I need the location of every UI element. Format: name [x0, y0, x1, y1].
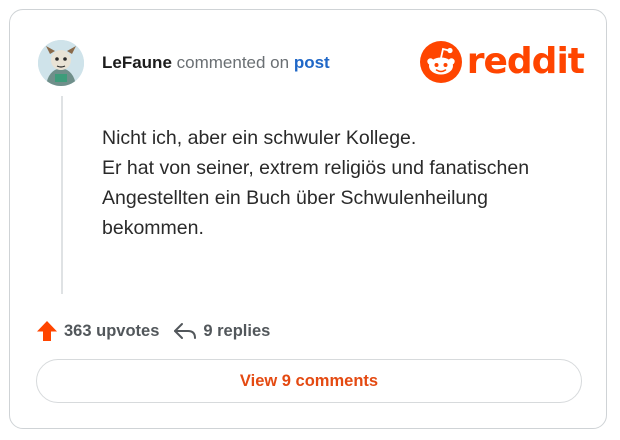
avatar-image	[38, 40, 84, 86]
comment-line: Angestellten ein Buch über Schwulenheilu…	[102, 187, 488, 209]
comment-line: bekommen.	[102, 217, 204, 239]
reddit-snoo-icon	[419, 41, 462, 83]
reddit-wordmark: reddit	[466, 41, 585, 82]
comment-action: commented on	[176, 53, 290, 72]
comment-line: Er hat von seiner, extrem religiös und f…	[102, 157, 530, 179]
comment-body: Nicht ich, aber ein schwuler Kollege. Er…	[102, 123, 582, 243]
reply-arrow-icon	[174, 323, 197, 339]
avatar[interactable]	[38, 40, 84, 86]
embedded-comment-card: LeFaune commented on post reddit Nicht i…	[9, 9, 607, 429]
thread-line	[61, 96, 63, 294]
reply-count: 9 replies	[203, 321, 271, 340]
upvote-arrow-icon	[37, 321, 57, 341]
comment-header: LeFaune commented on post	[102, 52, 330, 74]
replies-stat[interactable]: 9 replies	[173, 321, 270, 341]
post-link[interactable]: post	[294, 53, 330, 72]
view-comments-button[interactable]: View 9 comments	[36, 359, 582, 403]
comment-stats: 363 upvotes 9 replies	[36, 320, 284, 342]
upvote-count: 363 upvotes	[64, 321, 160, 340]
comment-line: Nicht ich, aber ein schwuler Kollege.	[102, 127, 417, 149]
upvotes-stat[interactable]: 363 upvotes	[36, 320, 159, 342]
author-name[interactable]: LeFaune	[102, 53, 172, 72]
reddit-logo[interactable]: reddit	[419, 41, 585, 83]
